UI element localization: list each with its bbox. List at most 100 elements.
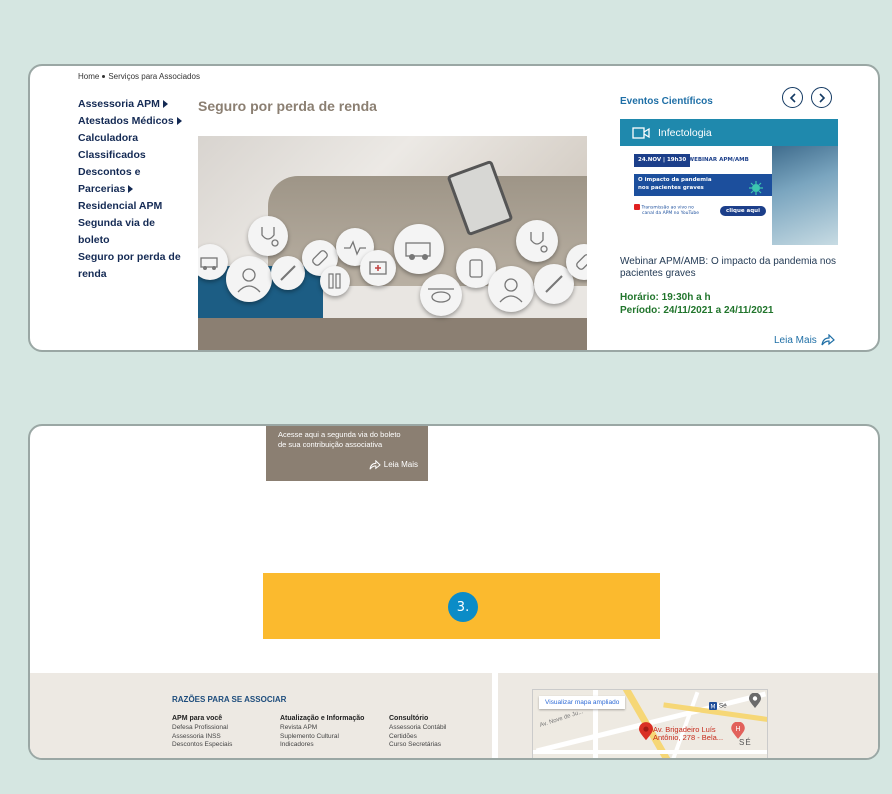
- event-category-label: Infectologia: [658, 126, 712, 139]
- sidebar-item-label: Classificados: [78, 149, 146, 161]
- event-category-header: Infectologia: [620, 119, 838, 146]
- sidebar-item-label: Seguro por perda de: [78, 251, 181, 263]
- flyer-live-line: canal da APM no YouTube: [642, 211, 700, 216]
- caret-right-icon: [176, 117, 182, 126]
- sidebar-item-descontos-parcerias[interactable]: Descontos e Parcerias: [78, 164, 188, 198]
- breadcrumb-current[interactable]: Serviços para Associados: [108, 72, 200, 81]
- services-panel: Home Serviços para Associados Assessoria …: [28, 64, 880, 352]
- boleto-read-more-link[interactable]: Leia Mais: [369, 460, 418, 470]
- event-description: Webinar APM/AMB: O impacto da pandemia n…: [620, 256, 837, 279]
- footer-column-heading: Consultório: [389, 715, 429, 722]
- stethoscope-icon: [516, 220, 558, 262]
- footer-link[interactable]: Assessoria INSS: [172, 733, 232, 742]
- share-arrow-icon: [821, 334, 835, 346]
- map-address-label: Av. Brigadeiro Luís Antônio, 278 - Bela.…: [653, 726, 723, 742]
- footer-column-heading: APM para você: [172, 715, 223, 722]
- chevron-right-icon: [818, 92, 825, 103]
- sidebar-item-label: Segunda via de boleto: [78, 217, 156, 246]
- footer-divider: [492, 673, 498, 758]
- event-flyer-image: 24.NOV | 19h30 WEBINAR APM/AMB O impacto…: [620, 146, 838, 245]
- bandage-icon: [566, 244, 587, 280]
- footer-column-apm: APM para você Defesa Profissional Assess…: [172, 715, 232, 750]
- boleto-text-line: de sua contribuição associativa: [278, 440, 383, 449]
- virus-icon: [749, 181, 763, 195]
- boleto-text-line: Acesse aqui a segunda via do boleto: [278, 430, 401, 439]
- boleto-promo-card[interactable]: Acesse aqui a segunda via do boleto de s…: [266, 426, 428, 481]
- share-arrow-icon: [369, 460, 381, 470]
- footer-column-heading: Atualização e Informação: [280, 715, 365, 722]
- chevron-left-icon: [789, 92, 796, 103]
- metro-station-name: Sé: [718, 702, 727, 710]
- page-title: Seguro por perda de renda: [198, 98, 377, 114]
- metro-station-label: M Sé: [709, 702, 727, 711]
- nurse-icon: [226, 256, 272, 302]
- hero-image: [198, 136, 587, 350]
- sidebar-item-label: renda: [78, 268, 107, 280]
- sidebar-item-label: Residencial APM: [78, 200, 163, 212]
- footer-column-atualizacao: Atualização e Informação Revista APM Sup…: [280, 715, 364, 750]
- footer-link[interactable]: Assessoria Contábil: [389, 724, 446, 733]
- breadcrumb-separator: [102, 75, 106, 79]
- first-aid-kit-icon: [360, 250, 396, 286]
- event-period: Período: 24/11/2021 a 24/11/2021: [620, 305, 774, 316]
- nurse-icon: [488, 266, 534, 312]
- stethoscope-icon: [248, 216, 288, 256]
- sidebar-item-seguro-perda-renda[interactable]: Seguro por perda de: [78, 249, 188, 266]
- caret-right-icon: [162, 100, 168, 109]
- read-more-label: Leia Mais: [774, 334, 817, 346]
- event-time: Horário: 19:30h a h: [620, 292, 711, 303]
- ambulance-icon: [394, 224, 444, 274]
- footer: RAZÕES PARA SE ASSOCIAR APM para você De…: [30, 673, 878, 758]
- sidebar-item-segunda-via-boleto[interactable]: Segunda via de boleto: [78, 215, 188, 249]
- events-section-title: Eventos Científicos: [620, 96, 713, 107]
- location-pin-icon: [639, 722, 653, 741]
- svg-text:H: H: [735, 725, 740, 733]
- footer-link[interactable]: Descontos Especiais: [172, 741, 232, 750]
- sidebar-item-assessoria-apm[interactable]: Assessoria APM: [78, 96, 188, 113]
- footer-link[interactable]: Curso Secretárias: [389, 741, 446, 750]
- footer-link[interactable]: Revista APM: [280, 724, 364, 733]
- location-map[interactable]: Visualizar mapa ampliado Av. Nove de Ju.…: [532, 689, 768, 758]
- sidebar-item-classificados[interactable]: Classificados: [78, 147, 188, 164]
- carousel-prev-button[interactable]: [782, 87, 803, 108]
- flyer-date: 24.NOV | 19h30: [634, 154, 691, 167]
- sidebar-item-label: Calculadora: [78, 132, 139, 144]
- event-card[interactable]: Infectologia 24.NOV | 19h30 WEBINAR APM/…: [620, 119, 838, 245]
- footer-link[interactable]: Defesa Profissional: [172, 724, 232, 733]
- flyer-live-line: Transmissão ao vivo no: [641, 205, 694, 211]
- footer-link[interactable]: Certidões: [389, 733, 446, 742]
- services-sidebar: Assessoria APM Atestados Médicos Calcula…: [78, 96, 188, 283]
- sidebar-item-residencial-apm[interactable]: Residencial APM: [78, 198, 188, 215]
- map-address-line: Antônio, 278 - Bela...: [653, 733, 724, 742]
- youtube-icon: [634, 204, 640, 210]
- flyer-tag: WEBINAR APM/AMB: [688, 157, 749, 163]
- svg-text:M: M: [710, 704, 715, 711]
- map-street-label: Av. Nove de Ju...: [539, 709, 584, 729]
- event-read-more-link[interactable]: Leia Mais: [774, 334, 835, 346]
- breadcrumb-home-link[interactable]: Home: [78, 72, 99, 81]
- map-place-pin-icon: [749, 693, 761, 708]
- flyer-live-note: Transmissão ao vivo no canal da APM no Y…: [634, 204, 699, 217]
- flyer-cta: clique aqui: [720, 206, 766, 216]
- footer-link[interactable]: Suplemento Cultural: [280, 733, 364, 742]
- breadcrumb: Home Serviços para Associados: [78, 72, 200, 81]
- home-lower-panel: Acesse aqui a segunda via do boleto de s…: [28, 424, 880, 760]
- map-expand-link[interactable]: Visualizar mapa ampliado: [539, 696, 626, 709]
- ambulance-icon: [198, 244, 228, 280]
- flyer-photo: [772, 146, 838, 245]
- hero-caption-strip: [198, 318, 587, 350]
- map-road: [533, 750, 767, 754]
- caret-right-icon: [128, 185, 134, 194]
- sidebar-item-atestados-medicos[interactable]: Atestados Médicos: [78, 113, 188, 130]
- step-number-badge: 3.: [448, 592, 478, 622]
- event-schedule: Horário: 19:30h a h Período: 24/11/2021 …: [620, 291, 773, 317]
- read-more-label: Leia Mais: [383, 460, 418, 469]
- map-district-label: SÉ: [739, 738, 752, 747]
- video-camera-icon: [632, 126, 650, 139]
- sidebar-item-label: Assessoria APM: [78, 98, 160, 110]
- carousel-next-button[interactable]: [811, 87, 832, 108]
- reasons-title: RAZÕES PARA SE ASSOCIAR: [172, 695, 287, 704]
- sidebar-item-seguro-perda-renda-cont[interactable]: renda: [78, 266, 188, 283]
- footer-link[interactable]: Indicadores: [280, 741, 364, 750]
- sidebar-item-calculadora[interactable]: Calculadora: [78, 130, 188, 147]
